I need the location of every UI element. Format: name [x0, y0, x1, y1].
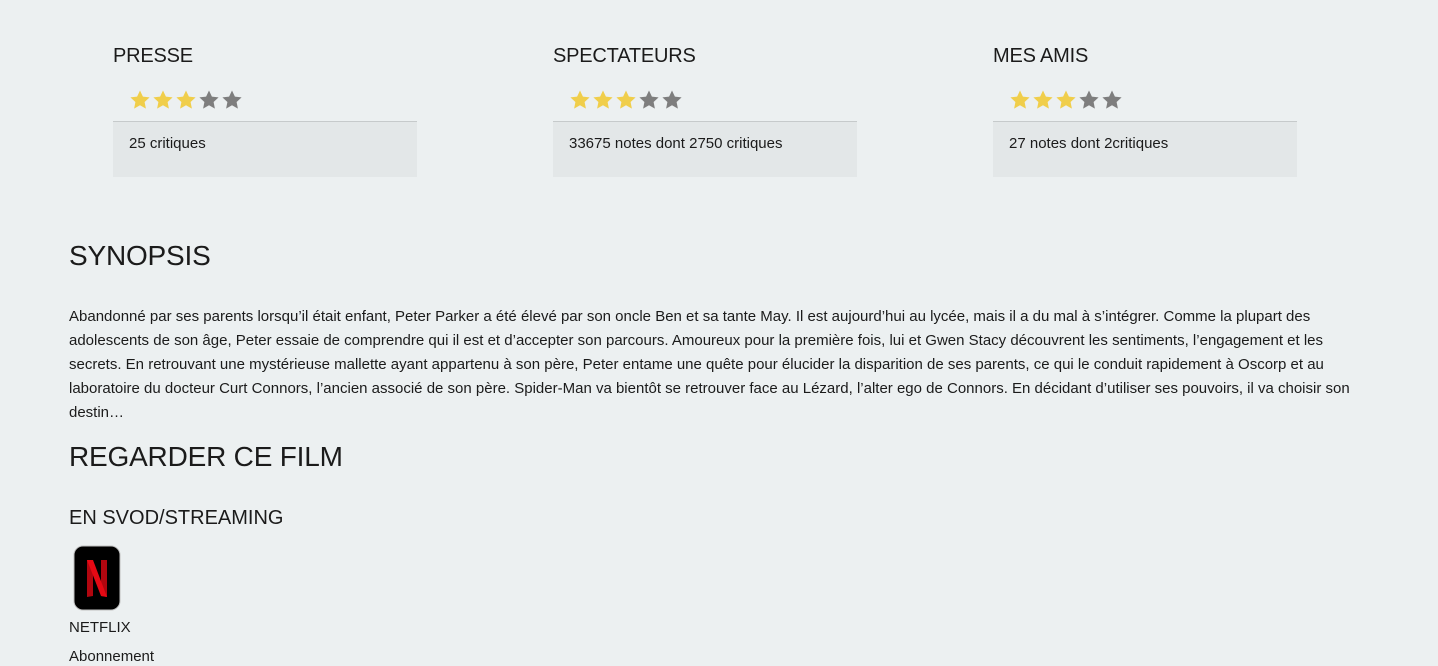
- netflix-logo-icon[interactable]: [73, 545, 121, 611]
- star-rating: [569, 89, 857, 111]
- star-empty-icon: [1079, 90, 1099, 109]
- provider-name[interactable]: NETFLIX: [69, 619, 131, 637]
- star-empty-icon: [662, 90, 682, 109]
- star-filled-icon: [1010, 90, 1030, 109]
- star-rating: [1009, 89, 1297, 111]
- svod-title: EN SVOD/STREAMING: [69, 507, 284, 529]
- rating-card-presse: PRESSE 25 critiques: [113, 44, 417, 177]
- star-filled-icon: [153, 90, 173, 109]
- rating-summary[interactable]: 33675 notes dont 2750 critiques: [553, 121, 857, 177]
- star-filled-icon: [616, 90, 636, 109]
- rating-title: MES AMIS: [993, 45, 1089, 67]
- star-empty-icon: [199, 90, 219, 109]
- star-filled-icon: [593, 90, 613, 109]
- synopsis-text: Abandonné par ses parents lorsqu’il étai…: [69, 308, 1350, 421]
- rating-summary[interactable]: 27 notes dont 2critiques: [993, 121, 1297, 177]
- rating-summary[interactable]: 25 critiques: [113, 121, 417, 177]
- star-filled-icon: [1033, 90, 1053, 109]
- star-rating: [129, 89, 417, 111]
- synopsis-title: SYNOPSIS: [69, 240, 211, 271]
- star-filled-icon: [130, 90, 150, 109]
- star-empty-icon: [222, 90, 242, 109]
- rating-card-mes-amis: MES AMIS 27 notes dont 2critiques: [993, 44, 1297, 177]
- rating-card-spectateurs: SPECTATEURS 33675 notes dont 2750 critiq…: [553, 44, 857, 177]
- star-empty-icon: [639, 90, 659, 109]
- star-empty-icon: [1102, 90, 1122, 109]
- provider-type: Abonnement: [69, 648, 155, 665]
- ratings-section: PRESSE 25 critiques SPECTATEURS 33675 no…: [113, 44, 1313, 194]
- rating-title: PRESSE: [113, 45, 193, 67]
- star-filled-icon: [1056, 90, 1076, 109]
- rating-title: SPECTATEURS: [553, 45, 696, 67]
- star-filled-icon: [176, 90, 196, 109]
- star-filled-icon: [570, 90, 590, 109]
- watch-title: REGARDER CE FILM: [69, 441, 343, 472]
